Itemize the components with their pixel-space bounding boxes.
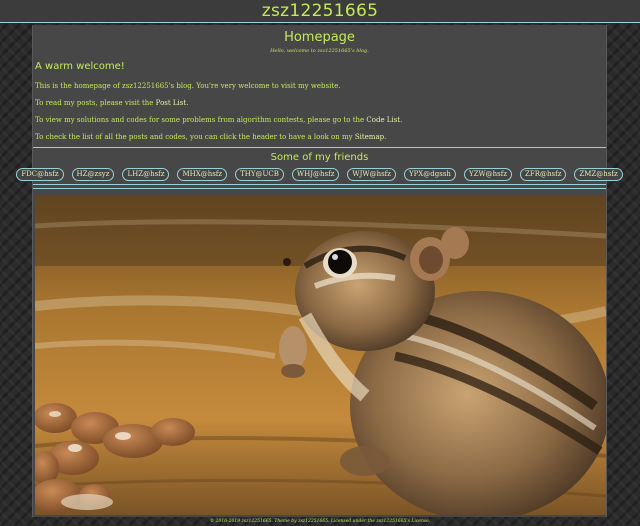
- friend-link[interactable]: HZ@zsyz: [71, 168, 115, 181]
- site-title-link[interactable]: zsz12251665: [262, 1, 379, 21]
- site-header: zsz12251665: [0, 0, 640, 23]
- sitemap-link[interactable]: Sitemap: [355, 133, 384, 141]
- chipmunk-photo: [35, 196, 606, 515]
- page-subtitle: Hello, welcome to zsz12251665's blog.: [270, 48, 369, 54]
- section-divider: [33, 184, 606, 185]
- codes-text: To view my solutions and codes for some …: [35, 116, 367, 124]
- welcome-heading: A warm welcome!: [35, 61, 125, 72]
- friend-link[interactable]: MHX@hsfz: [177, 168, 228, 181]
- friends-heading: Some of my friends: [270, 152, 369, 163]
- friend-link[interactable]: ZFR@hsfz: [520, 168, 567, 181]
- section-divider: [33, 188, 606, 189]
- posts-text: To read my posts, please visit the: [35, 99, 156, 107]
- friend-link[interactable]: WHJ@hsfz: [291, 168, 340, 181]
- friends-list: FDC@hsfz HZ@zsyz LHZ@hsfz MHX@hsfz THY@U…: [16, 168, 623, 181]
- friend-link[interactable]: WJW@hsfz: [347, 168, 396, 181]
- sitemap-text: To check the list of all the posts and c…: [35, 133, 355, 141]
- friend-link[interactable]: YPX@dgssh: [403, 168, 456, 181]
- chipmunk-illustration: [35, 196, 606, 515]
- friend-link[interactable]: FDC@hsfz: [16, 168, 64, 181]
- friend-link[interactable]: YZW@hsfz: [463, 168, 513, 181]
- page-title: Homepage: [284, 30, 355, 45]
- friend-link[interactable]: ZMZ@hsfz: [574, 168, 623, 181]
- sitemap-text-end: .: [384, 133, 387, 141]
- welcome-paragraph-codes: To view my solutions and codes for some …: [35, 116, 606, 125]
- post-list-link[interactable]: Post List: [156, 99, 187, 107]
- welcome-paragraph-intro: This is the homepage of zsz12251665's bl…: [35, 82, 341, 90]
- friend-link[interactable]: LHZ@hsfz: [122, 168, 170, 181]
- section-divider: [33, 147, 606, 148]
- welcome-paragraph-sitemap: To check the list of all the posts and c…: [35, 133, 606, 142]
- main-card: Homepage Hello, welcome to zsz12251665's…: [16, 25, 623, 517]
- codes-text-end: .: [400, 116, 403, 124]
- posts-text-end: .: [186, 99, 189, 107]
- friend-link[interactable]: THY@UCB: [235, 168, 284, 181]
- welcome-paragraph-posts: To read my posts, please visit the Post …: [35, 99, 606, 108]
- code-list-link[interactable]: Code List: [366, 116, 400, 124]
- footer-text: © 2016-2019 zsz12251665. Theme by zsz122…: [209, 519, 431, 524]
